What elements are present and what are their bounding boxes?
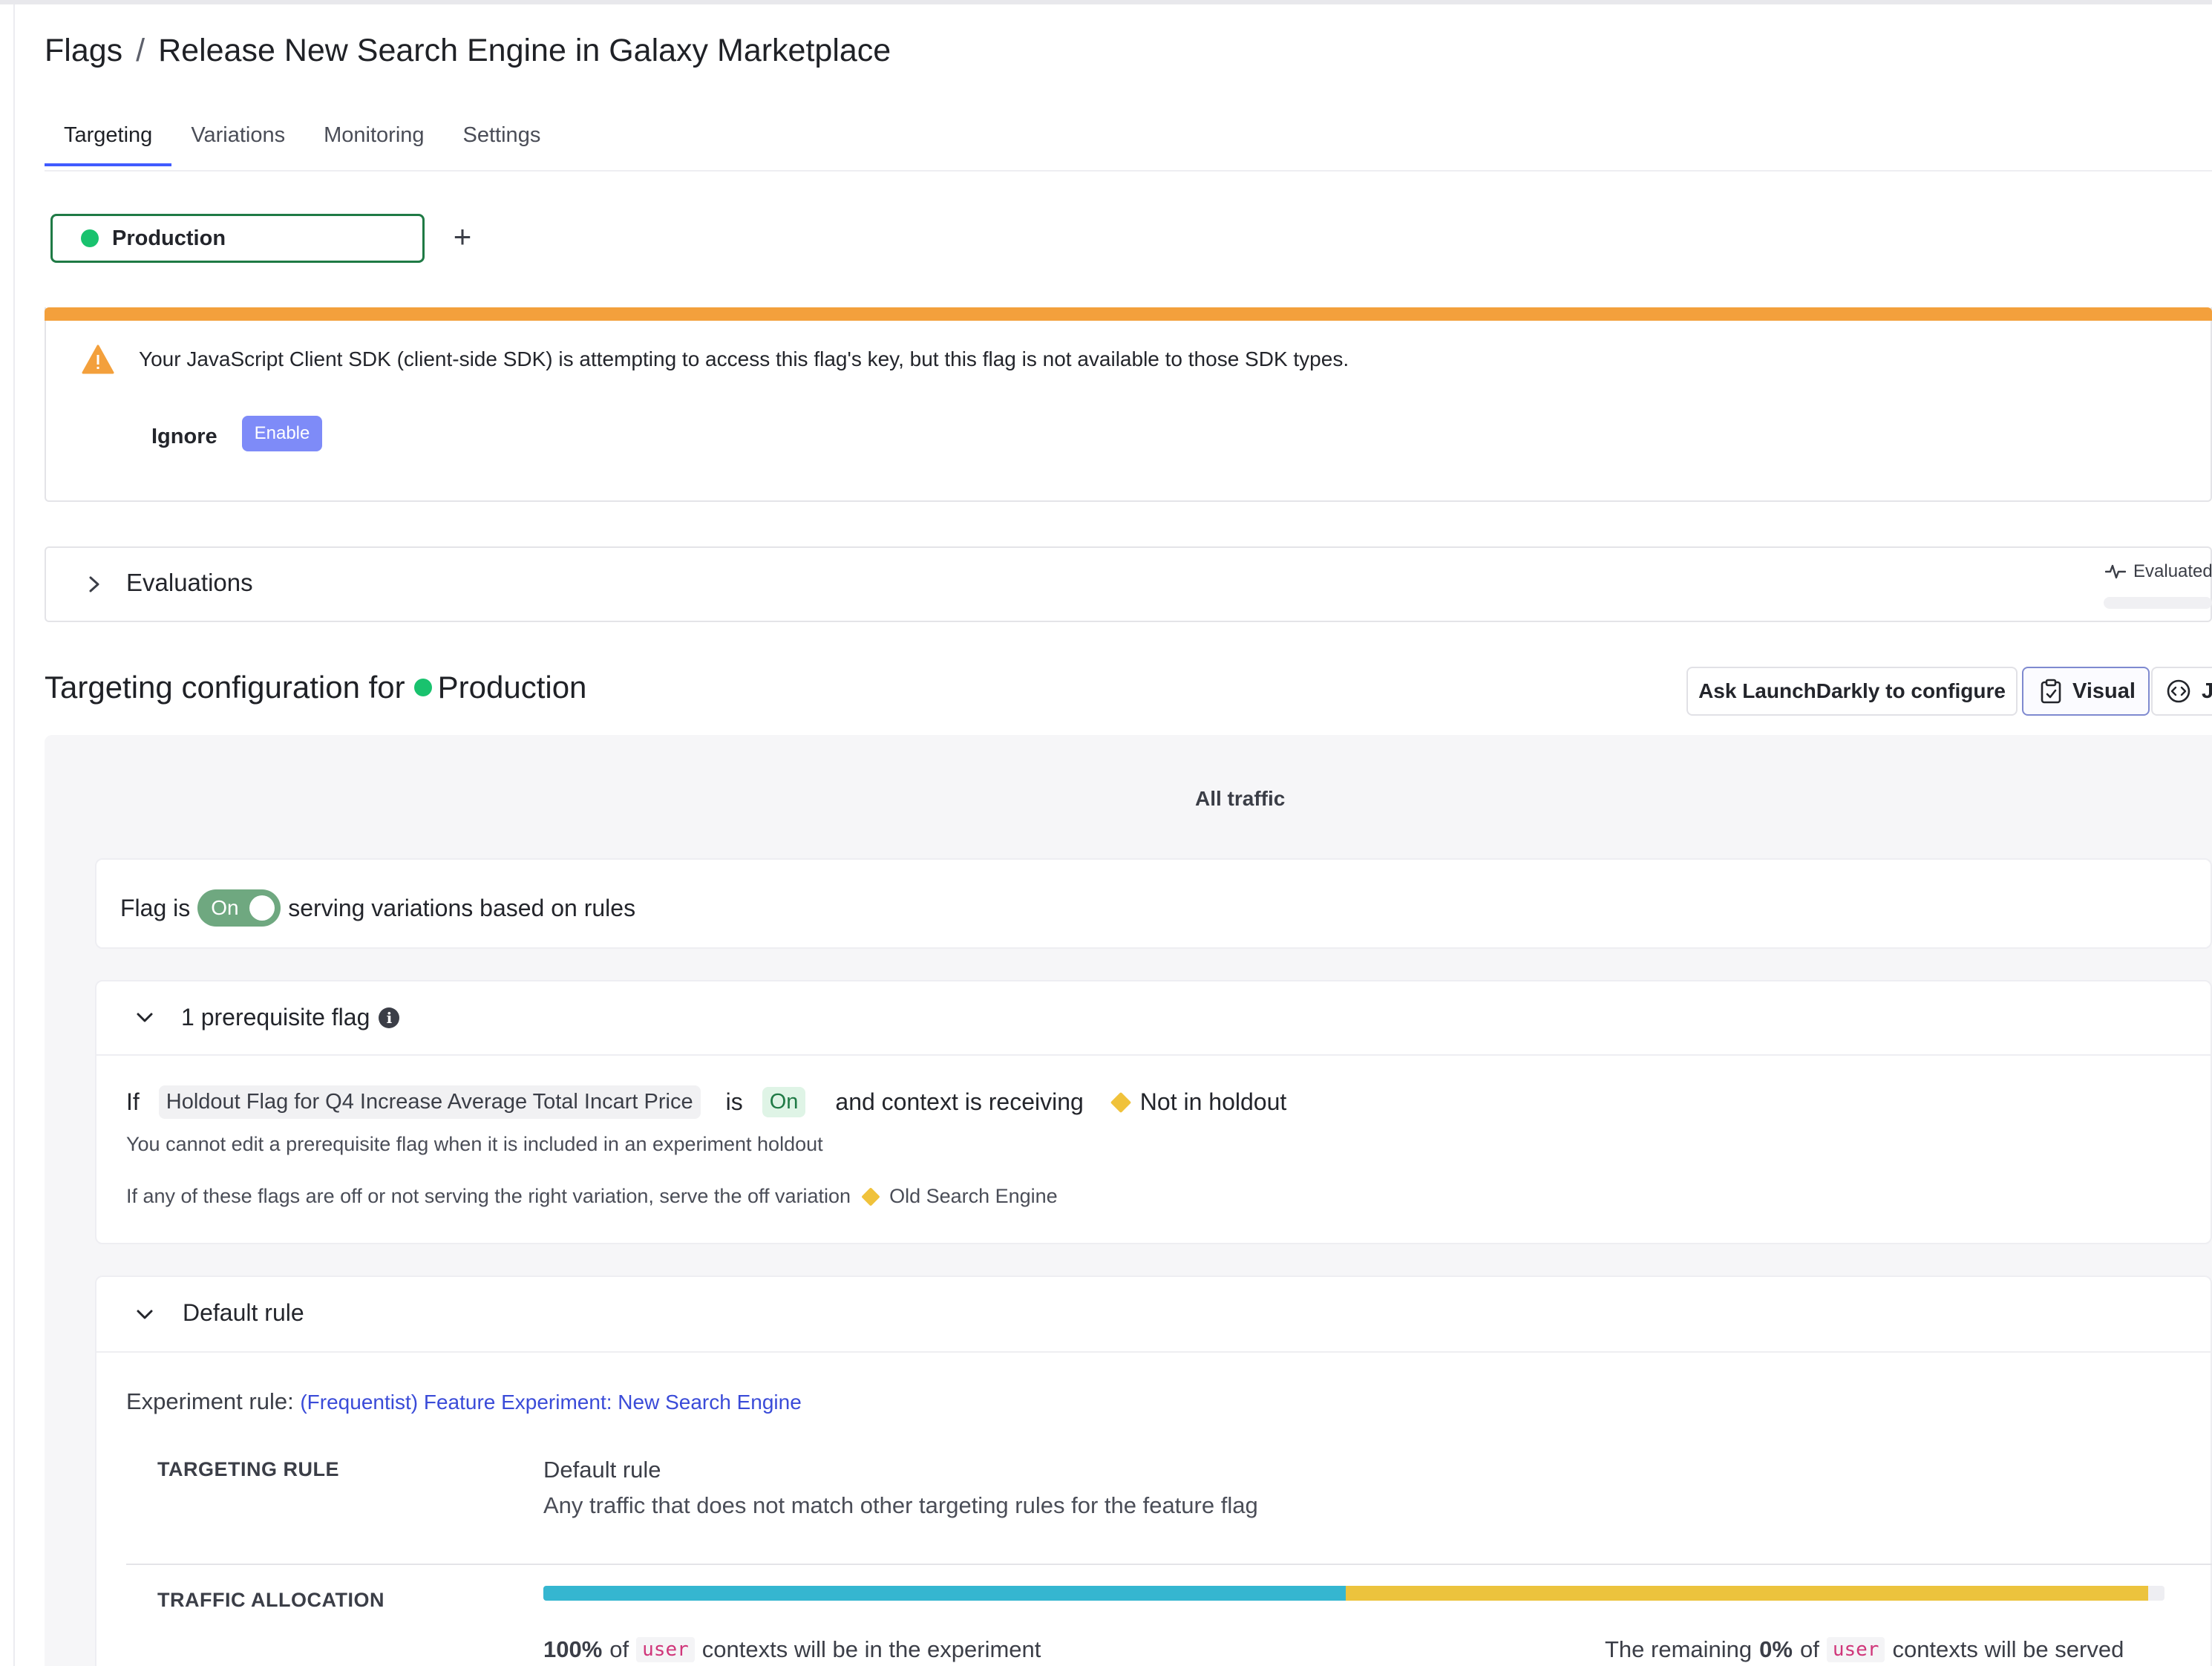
warning-message: Your JavaScript Client SDK (client-side … [139,347,1349,370]
breadcrumb-separator: / [136,33,145,68]
breadcrumb-flags-link[interactable]: Flags [45,33,122,69]
sdk-warning-banner [45,307,2212,502]
targeting-config-title: Targeting configuration for Production [45,670,586,705]
context-kind: user [1826,1637,1885,1662]
all-traffic-label: All traffic [1195,787,1286,810]
visual-mode-button[interactable]: Visual [2022,667,2150,716]
tab-variations[interactable]: Variations [171,119,304,166]
rule-description: Any traffic that does not match other ta… [543,1492,1258,1518]
receiving-label: and context is receiving [835,1088,1084,1115]
breadcrumb: Flags / Release New Search Engine in Gal… [45,33,891,69]
traffic-allocation-bar [543,1586,2164,1601]
remaining-pct: 0% [1759,1636,1793,1662]
environment-status-dot [81,229,99,247]
off-variation-name: Old Search Engine [889,1185,1058,1207]
environment-selector[interactable]: Production [50,214,425,263]
evaluations-sparkline [2104,597,2212,609]
chevron-right-icon[interactable] [85,572,104,597]
warning-icon [82,344,114,374]
evaluated-indicator: Evaluated [2105,561,2212,582]
card-divider [95,1054,2212,1056]
in-experiment-suffix: contexts will be in the experiment [701,1636,1041,1662]
tab-settings[interactable]: Settings [444,119,560,166]
flag-status-suffix: serving variations based on rules [288,894,636,921]
visual-mode-label: Visual [2072,679,2136,703]
environment-name: Production [112,226,226,250]
default-rule-title[interactable]: Default rule [183,1299,304,1327]
variation-diamond-icon [861,1186,880,1206]
evaluations-section[interactable] [45,546,2212,622]
add-environment-button[interactable]: + [445,220,480,254]
of-label: of [1799,1636,1819,1662]
evaluations-label[interactable]: Evaluations [126,569,253,597]
toggle-knob [249,895,275,921]
ask-launchdarkly-button[interactable]: Ask LaunchDarkly to configure [1686,667,2018,716]
clipboard-icon [2041,679,2061,704]
flag-on-toggle[interactable]: On [197,889,281,927]
context-kind: user [636,1637,695,1662]
traffic-allocation-label: TRAFFIC ALLOCATION [157,1589,385,1611]
json-mode-label: JS [2202,679,2212,703]
rule-name: Default rule [543,1457,661,1483]
enable-button[interactable]: Enable [242,416,322,451]
holdout-note: You cannot edit a prerequisite flag when… [126,1133,823,1155]
chevron-down-icon[interactable] [134,1304,156,1326]
tab-monitoring[interactable]: Monitoring [304,119,443,166]
is-label: is [725,1088,743,1115]
off-variation-note: If any of these flags are off or not ser… [126,1185,1058,1208]
left-border [13,4,15,1666]
info-icon[interactable]: i [379,1007,400,1028]
prerequisite-flag-chip: Holdout Flag for Q4 Increase Average Tot… [158,1085,701,1119]
in-experiment-pct: 100% [543,1636,603,1662]
prerequisite-variation: Not in holdout [1139,1088,1287,1115]
environment-status-dot [413,679,432,696]
targeting-config-prefix: Targeting configuration for [45,670,405,705]
remaining-prefix: The remaining [1605,1636,1753,1662]
remaining-text: The remaining 0% of user contexts will b… [1605,1636,2124,1663]
warning-accent-bar [45,307,2212,321]
prerequisites-title: 1 prerequisite flag [181,1004,370,1030]
chevron-down-icon[interactable] [134,1007,156,1029]
allocation-segment-b [1346,1586,2149,1601]
experiment-link[interactable]: (Frequentist) Feature Experiment: New Se… [300,1391,801,1414]
allocation-segment-a [543,1586,1346,1601]
json-mode-button[interactable]: JS [2151,667,2212,716]
code-icon [2167,679,2190,703]
page-title: Release New Search Engine in Galaxy Mark… [158,33,891,68]
activity-icon [2105,564,2126,579]
targeting-config-env: Production [437,670,587,705]
targeting-rule-label: TARGETING RULE [157,1458,339,1480]
prerequisite-state-chip: On [762,1087,806,1117]
variation-diamond-icon [1110,1091,1131,1113]
prerequisite-condition: If Holdout Flag for Q4 Increase Average … [126,1085,1286,1119]
prerequisites-header[interactable]: 1 prerequisite flag i [181,1004,400,1031]
if-label: If [126,1088,140,1115]
remaining-suffix: contexts will be served [1892,1636,2124,1662]
top-border [0,0,2212,4]
experiment-rule: Experiment rule: (Frequentist) Feature E… [126,1388,802,1415]
ignore-button[interactable]: Ignore [151,425,217,449]
flag-status-prefix: Flag is [120,894,191,921]
in-experiment-text: 100% of user contexts will be in the exp… [543,1636,1041,1663]
default-rule-card [95,1275,2212,1666]
tab-bar: Targeting Variations Monitoring Settings [45,119,560,171]
evaluated-label: Evaluated [2133,561,2212,581]
row-divider [126,1564,2212,1565]
experiment-rule-label: Experiment rule: [126,1388,294,1414]
toggle-label: On [211,896,239,919]
card-divider [95,1351,2212,1353]
tabs-divider [45,170,2212,172]
flag-status-row: Flag is On serving variations based on r… [120,889,635,927]
of-label: of [609,1636,629,1662]
tab-targeting[interactable]: Targeting [45,119,172,166]
off-variation-text: If any of these flags are off or not ser… [126,1185,851,1207]
